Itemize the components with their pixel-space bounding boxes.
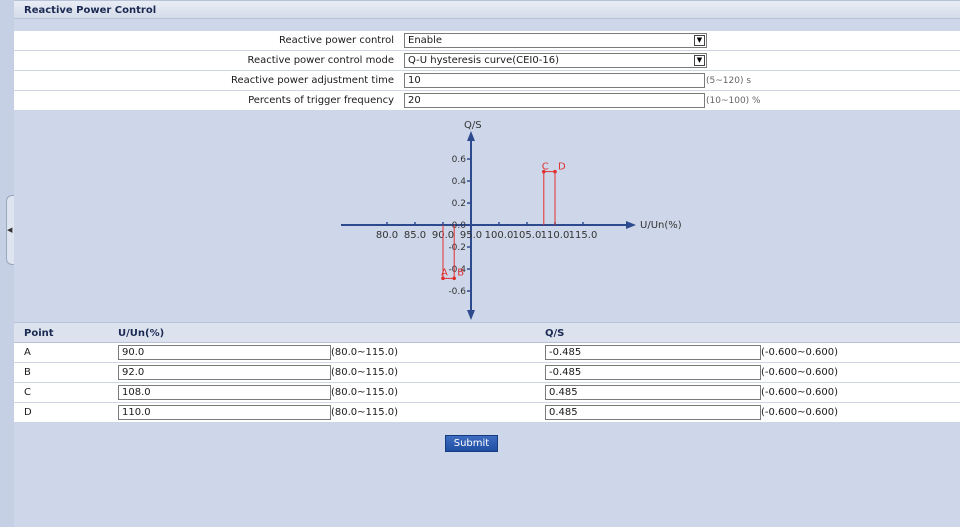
points-table: Point U/Un(%) Q/S A 90.0 (80.0~115.0) -0… <box>14 322 960 423</box>
table-header: Point U/Un(%) Q/S <box>14 322 960 343</box>
y-tick-label: -0.2 <box>448 243 466 253</box>
x-tick-label: 110.0 <box>541 230 570 241</box>
collapse-arrow-icon[interactable]: ◀ <box>7 226 12 234</box>
y-axis-down-arrow-icon <box>467 310 475 320</box>
control-select[interactable]: Enable ▼ <box>404 33 707 48</box>
trigger-frequency-label: Percents of trigger frequency <box>248 95 394 106</box>
trigger-frequency-range: (10~100) % <box>706 96 761 106</box>
x-tick-label: 85.0 <box>404 230 426 241</box>
curve-point-label: D <box>558 162 566 173</box>
panel-title: Reactive Power Control <box>14 0 960 19</box>
y-axis-arrow-icon <box>467 131 475 141</box>
u-input[interactable]: 92.0 <box>118 365 331 380</box>
table-row: D 110.0 (80.0~115.0) 0.485 (-0.600~0.600… <box>14 403 960 423</box>
x-tick-label: 80.0 <box>376 230 398 241</box>
y-tick-label: 0.2 <box>452 199 466 209</box>
u-range: (80.0~115.0) <box>331 387 399 398</box>
form-row-control: Reactive power control Enable ▼ <box>14 31 960 51</box>
y-tick-label: 0.4 <box>452 177 467 187</box>
q-input[interactable]: 0.485 <box>545 385 761 400</box>
submit-button[interactable]: Submit <box>445 435 498 452</box>
trigger-frequency-input[interactable]: 20 <box>404 93 705 108</box>
chevron-down-icon[interactable]: ▼ <box>694 55 705 66</box>
q-range: (-0.600~0.600) <box>761 407 839 418</box>
x-tick-label: 100.0 <box>485 230 514 241</box>
u-range: (80.0~115.0) <box>331 407 399 418</box>
col-header-u: U/Un(%) <box>118 328 165 339</box>
x-tick-label: 115.0 <box>569 230 598 241</box>
q-input[interactable]: 0.485 <box>545 405 761 420</box>
control-label: Reactive power control <box>279 35 394 46</box>
q-input[interactable]: -0.485 <box>545 365 761 380</box>
adjust-time-label: Reactive power adjustment time <box>231 75 394 86</box>
curve-point-label: A <box>441 267 448 278</box>
table-row: B 92.0 (80.0~115.0) -0.485 (-0.600~0.600… <box>14 363 960 383</box>
col-header-q: Q/S <box>545 328 565 339</box>
chevron-down-icon[interactable]: ▼ <box>694 35 705 46</box>
control-select-value: Enable <box>408 35 443 46</box>
y-tick-label: -0.6 <box>448 287 466 297</box>
mode-label: Reactive power control mode <box>247 55 394 66</box>
point-name: A <box>24 347 31 358</box>
u-input[interactable]: 110.0 <box>118 405 331 420</box>
form-row-trigger-frequency: Percents of trigger frequency 20 (10~100… <box>14 91 960 111</box>
x-axis-label: U/Un(%) <box>640 220 682 231</box>
curve-segment-cd <box>543 171 556 225</box>
point-name: D <box>24 407 32 418</box>
u-input[interactable]: 90.0 <box>118 345 331 360</box>
u-range: (80.0~115.0) <box>331 347 399 358</box>
q-range: (-0.600~0.600) <box>761 387 839 398</box>
mode-select[interactable]: Q-U hysteresis curve(CEI0-16) ▼ <box>404 53 707 68</box>
x-tick-label: 95.0 <box>460 230 482 241</box>
col-header-point: Point <box>24 328 54 339</box>
u-range: (80.0~115.0) <box>331 367 399 378</box>
qu-chart-area: U/Un(%) Q/S 80.0 85.0 90.0 95.0 100.0 105.0 110.… <box>14 114 960 322</box>
curve-point-label: C <box>542 162 549 173</box>
table-row: A 90.0 (80.0~115.0) -0.485 (-0.600~0.600… <box>14 343 960 363</box>
y-tick-label: 0.6 <box>452 155 467 165</box>
x-tick-label: 105.0 <box>513 230 542 241</box>
form-row-mode: Reactive power control mode Q-U hysteres… <box>14 51 960 71</box>
table-row: C 108.0 (80.0~115.0) 0.485 (-0.600~0.600… <box>14 383 960 403</box>
u-input[interactable]: 108.0 <box>118 385 331 400</box>
reactive-power-panel: Reactive Power Control Reactive power co… <box>14 0 960 527</box>
y-axis-label: Q/S <box>464 120 482 131</box>
curve-point-b <box>452 276 457 281</box>
adjust-time-input[interactable]: 10 <box>404 73 705 88</box>
x-axis-arrow-icon <box>626 221 636 229</box>
form-row-adjust-time: Reactive power adjustment time 10 (5~120… <box>14 71 960 91</box>
adjust-time-range: (5~120) s <box>706 76 752 86</box>
q-range: (-0.600~0.600) <box>761 367 839 378</box>
point-name: B <box>24 367 31 378</box>
mode-select-value: Q-U hysteresis curve(CEI0-16) <box>408 55 559 66</box>
q-input[interactable]: -0.485 <box>545 345 761 360</box>
curve-point-d <box>553 169 557 174</box>
qu-hysteresis-chart: U/Un(%)Q/S80.0 85.0 90.0 95.0 100.0 105.0 110.… <box>341 120 682 320</box>
q-range: (-0.600~0.600) <box>761 347 839 358</box>
curve-point-label: B <box>457 267 464 278</box>
point-name: C <box>24 387 31 398</box>
